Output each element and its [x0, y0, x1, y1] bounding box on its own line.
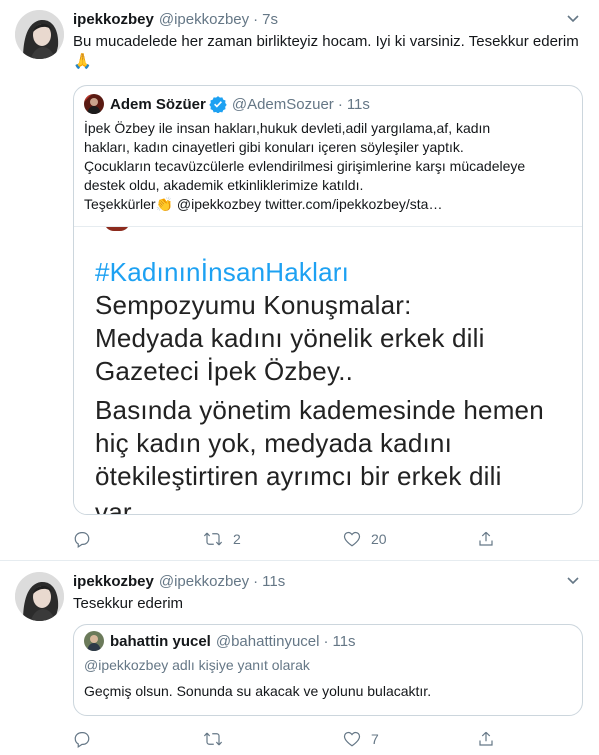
quoted-timestamp: 11s [332, 632, 356, 650]
quoted-text-line: destek oldu, akademik etkinliklerimize k… [84, 177, 364, 193]
quoted-text-line-with-links[interactable]: Teşekkürler👏 @ipekkozbey twitter.com/ipe… [84, 195, 572, 214]
media-text-line: Basında yönetim kademesinde hemen [95, 395, 544, 425]
retweet-icon [203, 732, 223, 746]
quoted-text-line: İpek Özbey ile insan hakları,hukuk devle… [84, 120, 491, 136]
quoted-tweet[interactable]: bahattin yucel @bahattinyucel · 11s @ipe… [73, 624, 583, 716]
share-button[interactable] [477, 530, 495, 548]
avatar-photo-icon [15, 10, 64, 59]
media-text-line: Gazeteci İpek Özbey.. [95, 356, 354, 386]
share-button[interactable] [477, 730, 495, 748]
quoted-author-name: Adem Sözüer [110, 95, 206, 113]
tweet[interactable]: ipekkozbey @ipekkozbey · 7s Bu mucadeled… [0, 0, 599, 561]
timestamp[interactable]: 7s [262, 11, 278, 28]
retweet-button[interactable]: 2 [203, 530, 241, 548]
quoted-tweet-header: Adem Sözüer @AdemSozuer · 11s [84, 94, 370, 114]
reply-button[interactable] [73, 730, 101, 748]
media-text-line: hiç kadın yok, medyada kadını [95, 428, 453, 458]
quoted-timestamp: 11s [346, 95, 370, 113]
replying-to-label: @ipekkozbey adlı kişiye yanıt olarak [84, 657, 310, 673]
share-icon [479, 531, 493, 546]
media-text-line: Medyada kadını yönelik erkek dili [95, 323, 485, 353]
quoted-author-name: bahattin yucel [110, 632, 211, 650]
media-text-line: Sempozyumu Konuşmalar: [95, 290, 412, 320]
avatar[interactable] [15, 572, 64, 621]
quoted-text-line: Çocukların tecavüzcülerle evlendirilmesi… [84, 158, 526, 174]
like-count: 20 [371, 531, 387, 547]
tweet[interactable]: ipekkozbey @ipekkozbey · 11s Tesekkur ed… [0, 562, 599, 755]
quoted-avatar [84, 631, 104, 651]
quoted-tweet[interactable]: Adem Sözüer @AdemSozuer · 11s İpek Özbey… [73, 85, 583, 515]
reply-icon [74, 532, 90, 548]
retweet-icon [203, 532, 223, 546]
avatar-photo-icon [15, 572, 64, 621]
tweet-text: Tesekkur ederim [73, 595, 184, 612]
like-button[interactable]: 20 [343, 530, 387, 548]
media-avatar-fragment [104, 227, 130, 231]
like-button[interactable]: 7 [343, 730, 379, 748]
separator: · [253, 572, 259, 590]
like-count: 7 [371, 731, 379, 747]
avatar[interactable] [15, 10, 64, 59]
tweet-text: Bu mucadelede her zaman birlikteyiz hoca… [73, 33, 579, 70]
quoted-author-handle: @bahattinyucel [215, 632, 320, 650]
quoted-tweet-text: İpek Özbey ile insan hakları,hukuk devle… [84, 119, 572, 214]
retweet-button[interactable] [203, 730, 233, 748]
share-icon [479, 731, 493, 746]
quoted-avatar [84, 94, 104, 114]
quoted-media-image[interactable]: #KadınınİnsanHakları Sempozyumu Konuşmal… [74, 226, 582, 515]
reply-button[interactable] [73, 530, 101, 548]
quoted-author-handle: @AdemSozuer [231, 95, 334, 113]
tweet-actions: 2 20 [73, 530, 513, 550]
reply-icon [74, 732, 90, 748]
chevron-down-icon[interactable] [566, 12, 580, 26]
media-text-line: ötekileştirtiren ayrımcı bir erkek dili [95, 461, 502, 491]
separator: · [253, 10, 259, 28]
tweet-header: ipekkozbey @ipekkozbey · 7s [73, 9, 278, 29]
heart-icon [343, 731, 361, 747]
author-name[interactable]: ipekkozbey [73, 573, 154, 590]
quoted-avatar-icon [84, 94, 104, 114]
retweet-count: 2 [233, 531, 241, 547]
quoted-tweet-text: Geçmiş olsun. Sonunda su akacak ve yolun… [84, 683, 432, 699]
separator: · [323, 632, 329, 650]
quoted-tweet-header: bahattin yucel @bahattinyucel · 11s [84, 631, 356, 651]
author-handle[interactable]: @ipekkozbey [159, 573, 249, 590]
chevron-down-icon[interactable] [566, 574, 580, 588]
author-handle[interactable]: @ipekkozbey [159, 11, 249, 28]
tweet-actions: 7 [73, 730, 513, 750]
tweet-header: ipekkozbey @ipekkozbey · 11s [73, 571, 285, 591]
timestamp[interactable]: 11s [262, 573, 285, 590]
quoted-avatar-icon [84, 631, 104, 651]
separator: · [337, 95, 343, 113]
author-name[interactable]: ipekkozbey [73, 11, 154, 28]
verified-badge-icon [209, 95, 227, 113]
media-hashtag: #KadınınİnsanHakları [95, 257, 350, 287]
media-text-line: var [95, 497, 132, 515]
heart-icon [343, 531, 361, 547]
quoted-text-line: hakları, kadın cinayetleri gibi konuları… [84, 139, 464, 155]
